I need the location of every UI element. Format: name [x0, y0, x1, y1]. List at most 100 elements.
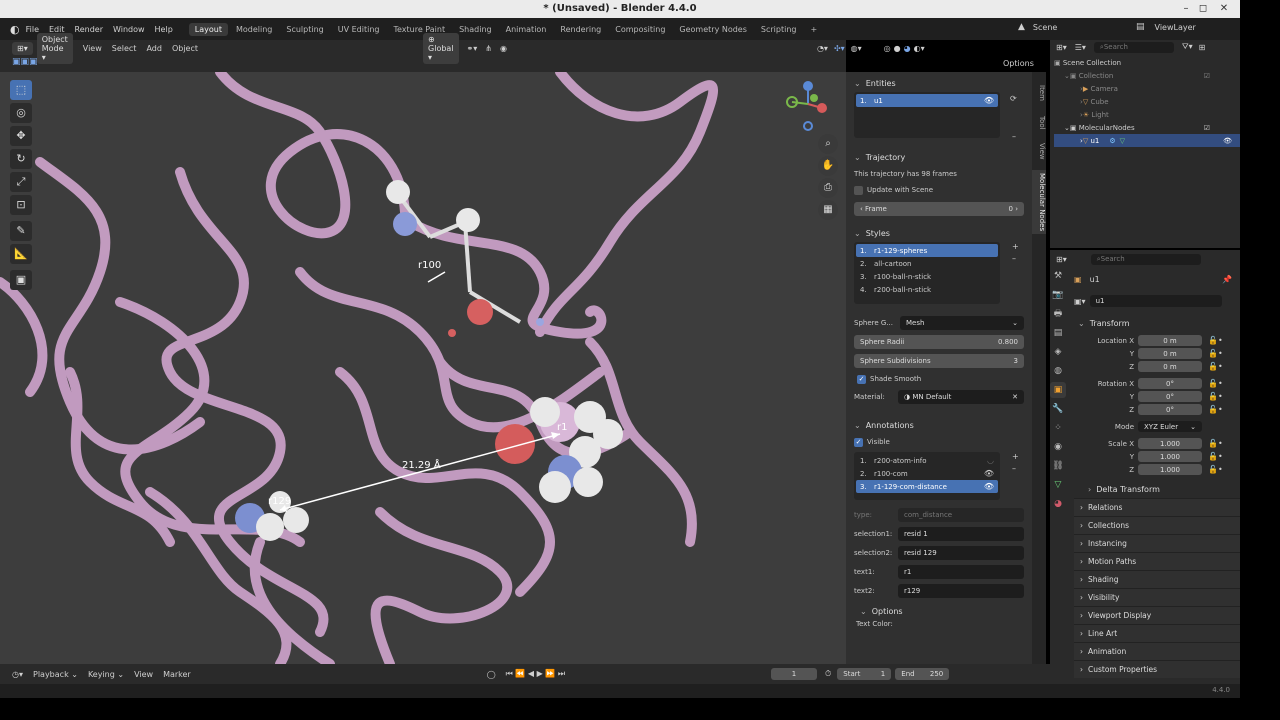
rotation-x-field[interactable]: 0°	[1138, 378, 1202, 389]
lock-icon[interactable]: 🔓•	[1208, 439, 1223, 448]
section-relations[interactable]: › Relations	[1074, 498, 1240, 516]
tab-tool[interactable]: Tool	[1032, 110, 1046, 136]
section-collections[interactable]: › Collections	[1074, 516, 1240, 534]
constraints-icon[interactable]: ⛓	[1050, 458, 1066, 474]
tab-sculpting[interactable]: Sculpting	[280, 23, 329, 36]
tab-layout[interactable]: Layout	[188, 22, 228, 36]
outliner-item-u1[interactable]: › ▽ u1 ⚙ ▽ 👁	[1054, 134, 1240, 147]
options-button[interactable]: Options	[1003, 59, 1034, 68]
frame-field[interactable]: ‹ Frame 0 ›	[854, 202, 1024, 216]
outliner-item-molecularnodes[interactable]: ⌄ ▣ MolecularNodes ☑	[1054, 121, 1240, 134]
playback-controls[interactable]: ⏮ ⏪ ◀ ▶ ⏩ ⏭	[506, 669, 565, 679]
view-layer-icon[interactable]: ▤	[1050, 325, 1066, 341]
location-y-field[interactable]: 0 m	[1138, 348, 1202, 359]
section-viewport-display[interactable]: › Viewport Display	[1074, 606, 1240, 624]
3d-viewport[interactable]: r100 r1 r129 21.29 Å ⌕ ✋ ⎙ ▦	[0, 72, 846, 664]
sphere-geometry-select[interactable]: Mesh ⌄	[900, 316, 1024, 330]
rotation-z-field[interactable]: 0°	[1138, 404, 1202, 415]
add-annotation-icon[interactable]: +	[1012, 452, 1019, 461]
zoom-icon[interactable]: ⌕	[818, 134, 838, 154]
material-select[interactable]: ◑ MN Default ✕	[898, 390, 1024, 404]
outliner-item-cube[interactable]: › ▽ Cube	[1054, 95, 1240, 108]
add-style-icon[interactable]: +	[1012, 242, 1019, 251]
menu-add[interactable]: Add	[146, 44, 162, 53]
location-z-field[interactable]: 0 m	[1138, 361, 1202, 372]
scale-y-field[interactable]: 1.000	[1138, 451, 1202, 462]
start-frame-field[interactable]: Start 1	[837, 668, 892, 680]
tab-rendering[interactable]: Rendering	[554, 23, 607, 36]
outliner-item-scene-collection[interactable]: ▣ Scene Collection	[1054, 56, 1240, 69]
selection1-field[interactable]: resid 1	[898, 527, 1024, 541]
viewlayer-selector[interactable]: ▤ ViewLayer	[1136, 22, 1196, 32]
clock-icon[interactable]: ⏱	[825, 669, 831, 679]
remove-entity-icon[interactable]: –	[1012, 132, 1016, 141]
current-frame-field[interactable]: 1	[771, 668, 818, 680]
eye-off-icon[interactable]: ◡	[987, 456, 994, 465]
shading-wire-icon[interactable]: ◎	[884, 44, 891, 53]
tab-scripting[interactable]: Scripting	[755, 23, 803, 36]
modifiers-icon[interactable]: 🔧	[1050, 401, 1066, 417]
pan-hand-icon[interactable]: ✋	[818, 156, 838, 176]
particles-icon[interactable]: ⁘	[1050, 420, 1066, 436]
list-item[interactable]: 4. r200-ball-n-stick	[856, 283, 998, 296]
checkbox-checked-icon[interactable]: ☑	[1204, 124, 1210, 132]
rotation-mode-select[interactable]: XYZ Euler ⌄	[1138, 421, 1202, 432]
lock-icon[interactable]: 🔓•	[1208, 336, 1223, 345]
checkbox-checked-icon[interactable]: ✓	[854, 437, 863, 447]
tab-geometry-nodes[interactable]: Geometry Nodes	[673, 23, 752, 36]
menu-select[interactable]: Select	[112, 44, 137, 53]
snap-icon[interactable]: ⋔	[485, 44, 492, 53]
object-name-field[interactable]: u1	[1089, 295, 1222, 307]
section-animation[interactable]: › Animation	[1074, 642, 1240, 660]
styles-header[interactable]: ⌄ Styles	[846, 224, 1032, 242]
maximize-icon[interactable]: ◻	[1197, 3, 1209, 15]
display-mode-icon[interactable]: ☰▾	[1075, 43, 1086, 52]
entities-header[interactable]: ⌄ Entities	[846, 74, 1032, 92]
blender-logo-icon[interactable]: ◐	[10, 23, 20, 36]
end-frame-field[interactable]: End 250	[895, 668, 950, 680]
remove-annotation-icon[interactable]: –	[1012, 464, 1016, 473]
lock-icon[interactable]: 🔓•	[1208, 379, 1223, 388]
visibility-icon[interactable]: ◔▾	[817, 44, 828, 53]
tab-molecular-nodes[interactable]: Molecular Nodes	[1032, 170, 1046, 234]
scale-tool-icon[interactable]: ⤢	[10, 172, 32, 192]
render-icon[interactable]: 📷	[1050, 287, 1066, 303]
list-item[interactable]: 3. r1-129-com-distance 👁	[856, 480, 998, 493]
sphere-subdivisions-field[interactable]: Sphere Subdivisions 3	[854, 354, 1024, 368]
tab-shading[interactable]: Shading	[453, 23, 498, 36]
data-icon[interactable]: ▽	[1050, 477, 1066, 493]
section-instancing[interactable]: › Instancing	[1074, 534, 1240, 552]
measure-tool-icon[interactable]: 📐	[10, 244, 32, 264]
tool-settings-icon[interactable]: ⚒	[1050, 268, 1066, 284]
scene-selector[interactable]: ▲ Scene	[1018, 22, 1057, 32]
move-tool-icon[interactable]: ✥	[10, 126, 32, 146]
checkbox-checked-icon[interactable]: ☑	[1204, 72, 1210, 80]
eye-icon[interactable]: 👁	[984, 469, 994, 478]
lock-icon[interactable]: 🔓•	[1208, 465, 1223, 474]
menu-view[interactable]: View	[134, 670, 153, 679]
outliner-item-collection[interactable]: ⌄ ▣ Collection ☑	[1054, 69, 1240, 82]
update-with-scene-checkbox[interactable]: Update with Scene	[846, 182, 1032, 198]
select-tool-icon[interactable]: ⬚	[10, 80, 32, 100]
trajectory-header[interactable]: ⌄ Trajectory	[846, 148, 1032, 166]
selection2-field[interactable]: resid 129	[898, 546, 1024, 560]
close-icon[interactable]: ✕	[1218, 3, 1230, 15]
shading-rendered-icon[interactable]: ◐▾	[914, 44, 925, 53]
annotations-header[interactable]: ⌄ Annotations	[846, 416, 1032, 434]
section-motion-paths[interactable]: › Motion Paths	[1074, 552, 1240, 570]
clear-icon[interactable]: ✕	[1012, 393, 1018, 401]
object-properties-icon[interactable]: ▣	[1050, 382, 1066, 398]
tab-uv-editing[interactable]: UV Editing	[332, 23, 386, 36]
menu-object[interactable]: Object	[172, 44, 198, 53]
pivot-icon[interactable]: ⚭▾	[467, 44, 478, 53]
lock-icon[interactable]: 🔓•	[1208, 392, 1223, 401]
section-shading[interactable]: › Shading	[1074, 570, 1240, 588]
section-visibility[interactable]: › Visibility	[1074, 588, 1240, 606]
rotation-y-field[interactable]: 0°	[1138, 391, 1202, 402]
outliner-item-light[interactable]: › ☀ Light	[1054, 108, 1240, 121]
world-icon[interactable]: ◍	[1050, 363, 1066, 379]
editor-type-icon[interactable]: ⊞▾	[1056, 43, 1067, 52]
shading-solid-icon[interactable]: ●	[894, 44, 901, 53]
scale-x-field[interactable]: 1.000	[1138, 438, 1202, 449]
text1-field[interactable]: r1	[898, 565, 1024, 579]
